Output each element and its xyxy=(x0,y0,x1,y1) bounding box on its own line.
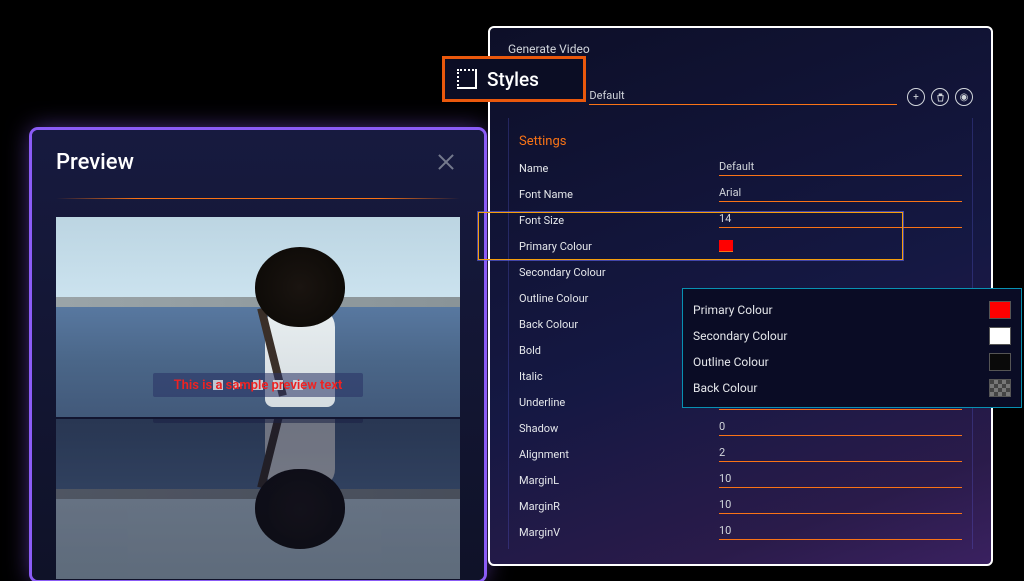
close-icon[interactable] xyxy=(432,148,460,176)
styles-icon xyxy=(457,69,477,89)
preview-header: Preview xyxy=(32,130,484,182)
video-preview[interactable]: This is a sample preview text xyxy=(56,217,460,417)
video-reflection: This is a sample preview text xyxy=(56,419,460,579)
alignment-input[interactable]: 2 xyxy=(719,446,962,462)
font-size-label: Font Size xyxy=(519,214,719,227)
subtitle-sample-text: This is a sample preview text xyxy=(174,378,343,393)
delete-icon[interactable] xyxy=(931,88,949,106)
name-label: Name xyxy=(519,162,719,175)
view-icon[interactable]: ◉ xyxy=(955,88,973,106)
panel-title: Generate Video xyxy=(508,42,973,56)
margin-l-label: MarginL xyxy=(519,474,719,487)
name-input[interactable]: Default xyxy=(719,160,962,176)
preview-title: Preview xyxy=(56,150,134,175)
popup-back-label: Back Colour xyxy=(693,381,757,395)
secondary-colour-input[interactable] xyxy=(719,271,962,273)
primary-colour-label: Primary Colour xyxy=(519,240,719,253)
back-colour-swatch[interactable] xyxy=(989,379,1011,397)
font-name-input[interactable]: Arial xyxy=(719,186,962,202)
primary-colour-input[interactable] xyxy=(719,238,962,253)
outline-colour-swatch[interactable] xyxy=(989,353,1011,371)
margin-v-label: MarginV xyxy=(519,526,719,539)
styles-label: Styles xyxy=(487,68,539,91)
alignment-label: Alignment xyxy=(519,448,719,461)
margin-r-label: MarginR xyxy=(519,500,719,513)
add-icon[interactable]: + xyxy=(907,88,925,106)
font-size-input[interactable]: 14 xyxy=(719,212,962,228)
colour-popup: Primary Colour Secondary Colour Outline … xyxy=(682,288,1022,408)
ass-select-value[interactable]: Default xyxy=(589,89,897,105)
secondary-colour-swatch[interactable] xyxy=(989,327,1011,345)
margin-v-input[interactable]: 10 xyxy=(719,524,962,540)
popup-secondary-label: Secondary Colour xyxy=(693,329,787,343)
secondary-colour-label: Secondary Colour xyxy=(519,266,719,279)
divider xyxy=(56,198,460,199)
font-name-label: Font Name xyxy=(519,188,719,201)
settings-header: Settings xyxy=(519,134,962,149)
popup-primary-label: Primary Colour xyxy=(693,303,773,317)
shadow-label: Shadow xyxy=(519,422,719,435)
margin-l-input[interactable]: 10 xyxy=(719,472,962,488)
styles-tab-callout[interactable]: Styles xyxy=(442,56,586,102)
margin-r-input[interactable]: 10 xyxy=(719,498,962,514)
preview-panel: Preview This is a sample preview text Th… xyxy=(32,130,484,580)
popup-outline-label: Outline Colour xyxy=(693,355,769,369)
primary-colour-swatch[interactable] xyxy=(989,301,1011,319)
shadow-input[interactable]: 0 xyxy=(719,420,962,436)
